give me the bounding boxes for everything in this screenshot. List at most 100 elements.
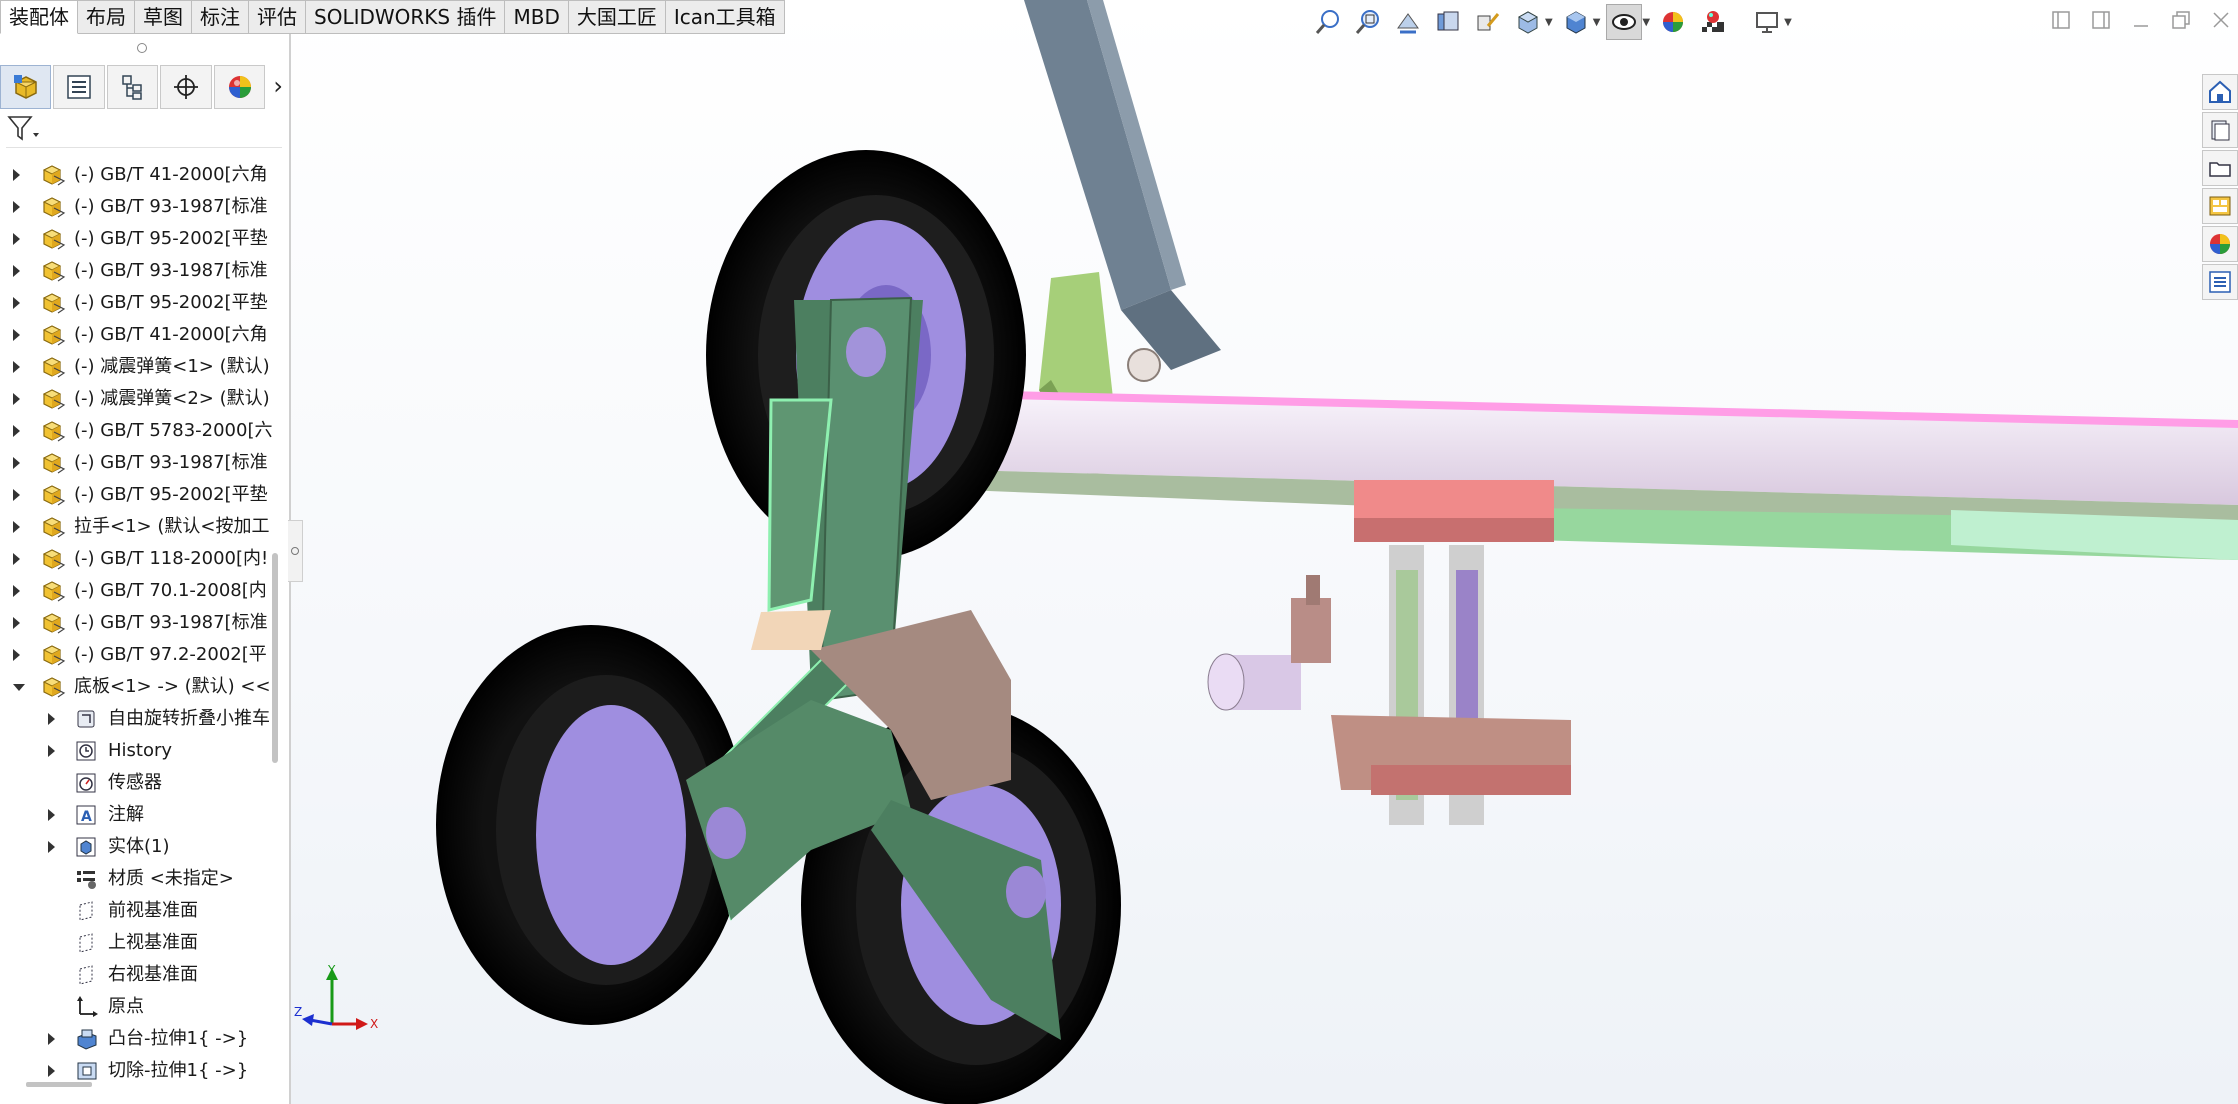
command-tab[interactable]: 标注: [192, 0, 249, 34]
tree-item[interactable]: (-) GB/T 41-2000[六角: [0, 319, 272, 351]
tree-item[interactable]: (-) GB/T 95-2002[平垫: [0, 223, 272, 255]
tree-item[interactable]: 底板<1> -> (默认) <<!: [0, 671, 272, 703]
custom-properties-tab[interactable]: [2202, 264, 2238, 300]
collapsed-arrow-icon[interactable]: [13, 393, 20, 405]
graphics-area[interactable]: ▼ ▼ ▼ ▼ Y X Z: [291, 0, 2238, 1104]
display-style-button[interactable]: [1559, 5, 1593, 39]
tree-item[interactable]: A 注解: [0, 799, 272, 831]
tree-item[interactable]: 自由旋转折叠小推车: [0, 703, 272, 735]
tree-item[interactable]: (-) GB/T 41-2000[六角: [0, 159, 272, 191]
panel-splitter-handle[interactable]: [137, 43, 147, 53]
tile-left-button[interactable]: [2044, 0, 2078, 40]
tree-vertical-scrollbar[interactable]: [272, 553, 278, 763]
collapsed-arrow-icon[interactable]: [13, 169, 20, 181]
assembly-model-view[interactable]: [291, 0, 2238, 1104]
shock-absorber[interactable]: [1291, 480, 1571, 825]
dimxpert-tab[interactable]: [160, 65, 212, 109]
tree-item[interactable]: (-) GB/T 93-1987[标准: [0, 607, 272, 639]
tree-item[interactable]: 前视基准面: [0, 895, 272, 927]
tree-item[interactable]: 凸台-拉伸1{ ->}: [0, 1023, 272, 1055]
collapsed-arrow-icon[interactable]: [48, 809, 55, 821]
apply-scene-button[interactable]: [1696, 5, 1730, 39]
collapsed-arrow-icon[interactable]: [13, 585, 20, 597]
solidworks-resources-tab[interactable]: [2202, 74, 2238, 110]
appearances-tab[interactable]: [2202, 226, 2238, 262]
tree-item[interactable]: History: [0, 735, 272, 767]
design-library-tab[interactable]: [2202, 112, 2238, 148]
collapsed-arrow-icon[interactable]: [13, 201, 20, 213]
tree-horizontal-scrollbar[interactable]: [26, 1082, 92, 1087]
more-tabs-chevron-icon[interactable]: ›: [267, 65, 289, 107]
collapsed-arrow-icon[interactable]: [48, 841, 55, 853]
collapsed-arrow-icon[interactable]: [13, 649, 20, 661]
tree-item[interactable]: (-) GB/T 70.1-2008[内: [0, 575, 272, 607]
hide-show-caret-icon[interactable]: ▼: [1642, 17, 1650, 28]
command-tab[interactable]: SOLIDWORKS 插件: [306, 0, 506, 34]
dynamic-annotation-button[interactable]: [1471, 5, 1505, 39]
tree-item[interactable]: (-) GB/T 95-2002[平垫: [0, 287, 272, 319]
hide-show-items-button[interactable]: [1606, 4, 1643, 40]
previous-view-button[interactable]: [1391, 5, 1425, 39]
command-tab[interactable]: 草图: [135, 0, 192, 34]
command-tab[interactable]: MBD: [505, 0, 569, 34]
view-palette-tab[interactable]: [2202, 188, 2238, 224]
base-rail[interactable]: [963, 390, 2238, 560]
tree-item[interactable]: 右视基准面: [0, 959, 272, 991]
featuremanager-tab[interactable]: [0, 65, 52, 109]
collapsed-arrow-icon[interactable]: [13, 329, 20, 341]
tree-item[interactable]: (-) GB/T 93-1987[标准: [0, 191, 272, 223]
tree-item[interactable]: 传感器: [0, 767, 272, 799]
tree-item[interactable]: (-) 减震弹簧<1> (默认): [0, 351, 272, 383]
tile-right-button[interactable]: [2084, 0, 2118, 40]
view-orientation-button[interactable]: [1511, 5, 1545, 39]
tree-filter[interactable]: [6, 113, 282, 148]
tree-item[interactable]: 实体(1): [0, 831, 272, 863]
collapsed-arrow-icon[interactable]: [13, 297, 20, 309]
collapsed-arrow-icon[interactable]: [13, 521, 20, 533]
propertymanager-tab[interactable]: [53, 65, 105, 109]
zoom-to-area-button[interactable]: [1351, 5, 1385, 39]
command-tab[interactable]: 装配体: [0, 0, 78, 34]
view-settings-button[interactable]: [1750, 5, 1784, 39]
tree-item[interactable]: (-) GB/T 97.2-2002[平: [0, 639, 272, 671]
file-explorer-tab[interactable]: [2202, 150, 2238, 186]
command-tab[interactable]: 大国工匠: [568, 0, 666, 34]
tree-item[interactable]: (-) GB/T 95-2002[平垫: [0, 479, 272, 511]
zoom-to-fit-button[interactable]: [1311, 5, 1345, 39]
wheel-left[interactable]: [436, 625, 746, 1025]
collapsed-arrow-icon[interactable]: [48, 1033, 55, 1045]
minimize-button[interactable]: [2124, 0, 2158, 40]
collapsed-arrow-icon[interactable]: [13, 361, 20, 373]
view-settings-caret-icon[interactable]: ▼: [1784, 17, 1792, 28]
collapsed-arrow-icon[interactable]: [48, 745, 55, 757]
axle-shaft[interactable]: [1207, 653, 1301, 711]
command-tab[interactable]: Ican工具箱: [665, 0, 785, 34]
tree-item[interactable]: 原点: [0, 991, 272, 1023]
command-tab[interactable]: 布局: [78, 0, 135, 34]
expanded-arrow-icon[interactable]: [13, 684, 25, 691]
pivot-bolt[interactable]: [1127, 348, 1161, 382]
display-style-caret-icon[interactable]: ▼: [1593, 17, 1601, 28]
collapsed-arrow-icon[interactable]: [13, 617, 20, 629]
collapsed-arrow-icon[interactable]: [13, 233, 20, 245]
tree-item[interactable]: (-) GB/T 118-2000[内!: [0, 543, 272, 575]
tree-item[interactable]: 上视基准面: [0, 927, 272, 959]
collapsed-arrow-icon[interactable]: [13, 553, 20, 565]
tree-item[interactable]: (-) 减震弹簧<2> (默认): [0, 383, 272, 415]
edit-appearance-button[interactable]: [1656, 5, 1690, 39]
command-tab[interactable]: 评估: [249, 0, 306, 34]
tree-item[interactable]: 拉手<1> (默认<按加工: [0, 511, 272, 543]
collapsed-arrow-icon[interactable]: [13, 489, 20, 501]
view-orientation-caret-icon[interactable]: ▼: [1545, 17, 1553, 28]
collapsed-arrow-icon[interactable]: [13, 425, 20, 437]
configurationmanager-tab[interactable]: [106, 65, 159, 109]
restore-button[interactable]: [2164, 0, 2198, 40]
section-view-button[interactable]: [1431, 5, 1465, 39]
display-manager-tab[interactable]: [213, 65, 266, 109]
collapsed-arrow-icon[interactable]: [48, 713, 55, 725]
collapsed-arrow-icon[interactable]: [13, 265, 20, 277]
tree-item[interactable]: 材质 <未指定>: [0, 863, 272, 895]
panel-collapse-handle[interactable]: [288, 520, 303, 582]
tree-item[interactable]: (-) GB/T 5783-2000[六: [0, 415, 272, 447]
collapsed-arrow-icon[interactable]: [13, 457, 20, 469]
